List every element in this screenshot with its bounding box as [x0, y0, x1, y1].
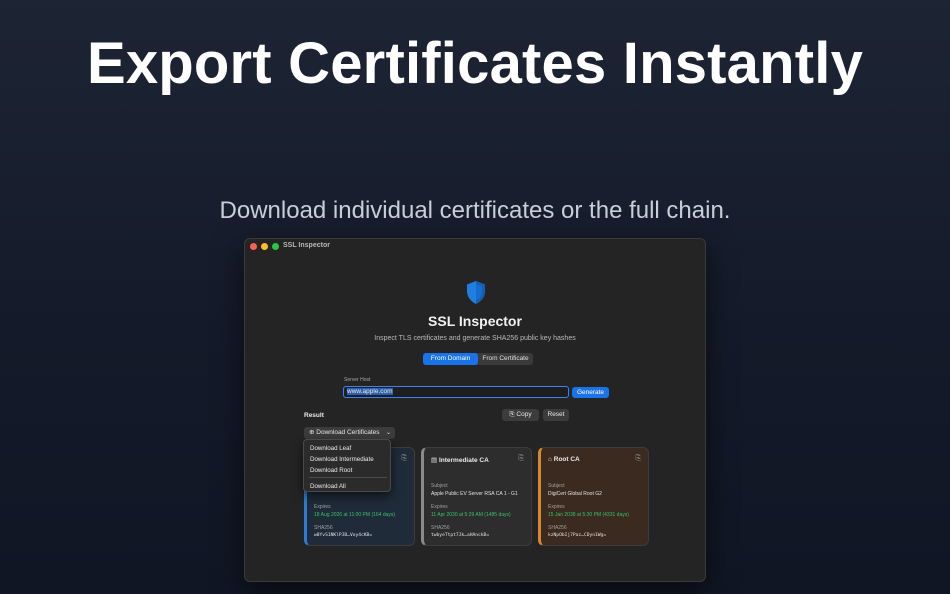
menu-item-download-intermediate[interactable]: Download Intermediate — [310, 456, 374, 463]
app-window: SSL Inspector SSL Inspector Inspect TLS … — [244, 238, 706, 582]
root-card-title: ⌂ Root CA — [548, 456, 580, 463]
app-subtitle: Inspect TLS certificates and generate SH… — [374, 335, 576, 342]
root-expires-value: 15 Jan 2038 at 5:30 PM (4331 days) — [548, 512, 629, 518]
clipboard-icon: ⎘ — [509, 411, 515, 418]
root-certificate-card: ⌂ Root CA ⎘ Subject DigiCert Global Root… — [538, 447, 649, 546]
menu-item-download-leaf[interactable]: Download Leaf — [310, 445, 351, 452]
hero-title: Export Certificates Instantly — [86, 31, 864, 96]
server-host-label: Server Host — [344, 377, 371, 383]
result-label: Result — [304, 412, 324, 419]
root-expires-label: Expires — [548, 504, 565, 510]
download-icon: ⊕ — [309, 429, 315, 436]
intermediate-sha256-value: twbyeTtpt7Jk…aHAnckB= — [431, 533, 490, 538]
leaf-expires-value: 18 Aug 2026 at 11:00 PM (164 days) — [314, 512, 396, 518]
intermediate-card-title: ▤ Intermediate CA — [431, 457, 489, 464]
leaf-sha256-value: w0YvS1NKlPJB…Voy4cKB= — [314, 533, 373, 538]
root-subject-value: DigiCert Global Root G2 — [548, 491, 602, 497]
server-host-input[interactable]: www.apple.com — [343, 386, 569, 398]
chevron-down-icon: ⌄ — [385, 430, 391, 436]
minimize-window-button[interactable] — [261, 243, 268, 250]
server-host-value: www.apple.com — [347, 388, 393, 395]
root-subject-label: Subject — [548, 483, 565, 489]
document-icon: ▤ — [431, 457, 438, 464]
generate-button[interactable]: Generate — [572, 387, 609, 398]
intermediate-certificate-card: ▤ Intermediate CA ⎘ Subject Apple Public… — [421, 447, 532, 546]
hero-subtitle: Download individual certificates or the … — [219, 197, 731, 224]
intermediate-expires-label: Expires — [431, 504, 448, 510]
menu-item-download-all[interactable]: Download All — [310, 483, 346, 490]
leaf-expires-label: Expires — [314, 504, 331, 510]
tab-from-certificate[interactable]: From Certificate — [478, 353, 533, 365]
copy-icon[interactable]: ⎘ — [635, 455, 641, 463]
bank-icon: ⌂ — [548, 456, 552, 463]
download-certificates-button[interactable]: ⊕ Download Certificates ⌄ — [304, 427, 395, 439]
app-title: SSL Inspector — [428, 313, 522, 329]
root-sha256-label: SHA256 — [548, 525, 567, 531]
copy-icon[interactable]: ⎘ — [401, 455, 407, 463]
title-bar: SSL Inspector — [245, 239, 705, 254]
copy-button[interactable]: ⎘ Copy — [502, 409, 539, 421]
zoom-window-button[interactable] — [272, 243, 279, 250]
tab-from-domain[interactable]: From Domain — [423, 353, 478, 365]
root-sha256-value: kzNpObIj7Paz…CDyn1Wg= — [548, 533, 607, 538]
intermediate-expires-value: 11 Apr 2030 at 5:29 AM (1485 days) — [431, 512, 511, 518]
download-certificates-label: Download Certificates — [316, 429, 380, 436]
window-title: SSL Inspector — [283, 242, 330, 249]
download-menu: Download Leaf Download Intermediate Down… — [303, 439, 391, 492]
close-window-button[interactable] — [250, 243, 257, 250]
leaf-sha256-label: SHA256 — [314, 525, 333, 531]
shield-icon — [467, 281, 485, 304]
menu-separator — [309, 477, 387, 478]
menu-item-download-root[interactable]: Download Root — [310, 467, 352, 474]
mode-segmented-control: From Domain From Certificate — [423, 353, 533, 365]
intermediate-subject-label: Subject — [431, 483, 448, 489]
intermediate-subject-value: Apple Public EV Server RSA CA 1 - G1 — [431, 491, 518, 497]
intermediate-sha256-label: SHA256 — [431, 525, 450, 531]
copy-button-label: Copy — [516, 411, 532, 418]
reset-button[interactable]: Reset — [543, 409, 569, 421]
copy-icon[interactable]: ⎘ — [518, 455, 524, 463]
